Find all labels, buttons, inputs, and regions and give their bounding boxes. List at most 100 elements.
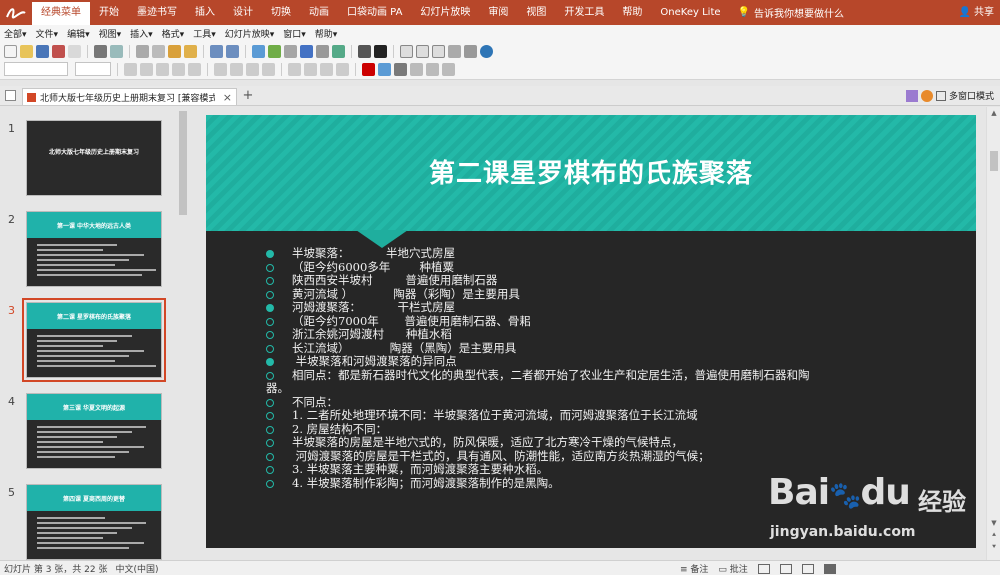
share-button[interactable]: 👤 共享 [959,0,994,25]
ribbon-tab[interactable]: 开始 [90,0,128,25]
line-style-icon[interactable] [358,44,371,58]
line-weight-icon[interactable] [374,44,387,58]
slide-scroll-thumb[interactable] [990,151,998,171]
ribbon-tab[interactable]: 口袋动画 PA [338,0,411,25]
settings-icon[interactable] [920,89,933,102]
ribbon-tab[interactable]: 开发工具 [555,0,613,25]
indent-icon[interactable] [320,62,333,76]
ribbon-tab[interactable]: 视图 [517,0,555,25]
classic-menu-item[interactable]: 工具▾ [193,27,216,41]
underline-icon[interactable] [156,62,169,76]
classic-menu-item[interactable]: 帮助▾ [315,27,338,41]
insert-shape-icon[interactable] [284,44,297,58]
insert-picture-icon[interactable] [268,44,281,58]
zoom-icon[interactable] [464,44,477,58]
slide-title[interactable]: 第二课星罗棋布的氏族聚落 [206,153,976,190]
format-painter-icon[interactable] [184,44,197,58]
classic-menu-item[interactable]: 格式▾ [162,27,185,41]
slide-scrollbar[interactable]: ▲ ▼ ⯅ ⯆ [986,107,1000,560]
group-icon[interactable] [426,62,439,76]
ribbon-tab[interactable]: 设计 [224,0,262,25]
italic-icon[interactable] [140,62,153,76]
classic-menu-item[interactable]: 窗口▾ [283,27,306,41]
paste-icon[interactable] [168,44,181,58]
redo-icon[interactable] [226,44,239,58]
text-box-icon[interactable] [316,44,329,58]
thumbnail-scroll-thumb[interactable] [179,111,187,215]
thumbnail-scrollbar[interactable] [178,107,188,560]
justify-icon[interactable] [262,62,275,76]
outline-color-icon[interactable] [394,62,407,76]
insert-table-icon[interactable] [252,44,265,58]
help-icon[interactable] [480,44,493,58]
language-indicator[interactable]: 中文(中国) [115,562,158,575]
new-doc-icon[interactable] [4,44,17,58]
save-as-icon[interactable] [52,44,65,58]
ribbon-tab[interactable]: 插入 [186,0,224,25]
tab-list-icon[interactable] [5,90,16,101]
scroll-up-arrow[interactable]: ▲ [989,109,999,117]
close-tab-button[interactable]: × [219,91,236,104]
undo-icon[interactable] [210,44,223,58]
shapes-icon[interactable] [448,44,461,58]
reading-view-icon[interactable] [801,563,814,574]
ribbon-tab[interactable]: 切换 [262,0,300,25]
new-tab-button[interactable]: + [241,89,255,103]
grid-icon[interactable] [416,44,429,58]
ribbon-tab[interactable]: OneKey Lite [651,0,729,25]
open-folder-icon[interactable] [20,44,33,58]
ribbon-tab[interactable]: 经典菜单 [32,2,90,25]
bullets-icon[interactable] [288,62,301,76]
slide-thumbnail-item[interactable]: 3 第二课 星罗棋布的氏族聚落 [0,298,178,382]
slide-thumbnail-item[interactable]: 5 第四课 夏商西周的更替 [0,484,178,564]
tell-me-search[interactable]: 💡 告诉我你想要做什么 [730,5,852,20]
ribbon-tab[interactable]: 审阅 [479,0,517,25]
ribbon-tab[interactable]: 墨迹书写 [128,0,186,25]
align-center-icon[interactable] [230,62,243,76]
cut-icon[interactable] [136,44,149,58]
slide-body-text[interactable]: 半坡聚落： 半地穴式房屋 （距今约6000多年 种植粟 陕西西安半坡村 普遍使用磨制… [266,246,946,490]
slide-thumbnail-item[interactable]: 4 第三课 华夏文明的起源 [0,393,178,473]
slide-thumbnail[interactable]: 第三课 华夏文明的起源 [26,393,162,469]
insert-chart-icon[interactable] [300,44,313,58]
close-doc-icon[interactable] [68,44,81,58]
ribbon-tab[interactable]: 帮助 [613,0,651,25]
prev-slide-arrow[interactable]: ⯅ [989,531,999,540]
numbering-icon[interactable] [304,62,317,76]
shadow-icon[interactable] [172,62,185,76]
slideshow-view-icon[interactable] [823,563,836,574]
copy-icon[interactable] [152,44,165,58]
text-frame-icon[interactable] [432,44,445,58]
rotate-icon[interactable] [442,62,455,76]
fill-color-icon[interactable] [378,62,391,76]
save-icon[interactable] [36,44,49,58]
char-spacing-icon[interactable] [188,62,201,76]
notes-button[interactable]: ≡ 备注 [680,562,708,575]
classic-menu-item[interactable]: 幻灯片放映▾ [225,27,275,41]
next-slide-arrow[interactable]: ⯆ [989,543,999,552]
slide-thumbnail[interactable]: 第一课 中华大地的远古人类 [26,211,162,287]
font-name-combo[interactable] [4,62,68,76]
slide-thumbnail[interactable]: 北师大版七年级历史上册期末复习 [26,120,162,196]
print-preview-icon[interactable] [110,44,123,58]
classic-menu-item[interactable]: 编辑▾ [67,27,90,41]
normal-view-icon[interactable] [757,563,770,574]
classic-menu-item[interactable]: 全部▾ [4,27,27,41]
smartart-icon[interactable] [332,44,345,58]
pin-icon[interactable] [905,89,918,102]
font-color-icon[interactable] [362,62,375,76]
layout-icon[interactable] [400,44,413,58]
classic-menu-item[interactable]: 文件▾ [36,27,59,41]
arrange-icon[interactable] [410,62,423,76]
file-logo-icon[interactable] [0,0,32,25]
font-size-combo[interactable] [75,62,111,76]
multi-window-toggle[interactable]: 多窗口模式 [905,89,994,102]
comments-button[interactable]: ▭ 批注 [718,562,747,575]
bold-icon[interactable] [124,62,137,76]
classic-menu-item[interactable]: 视图▾ [99,27,122,41]
scroll-down-arrow[interactable]: ▼ [989,519,999,527]
ribbon-tab[interactable]: 幻灯片放映 [411,0,479,25]
slide-thumbnail[interactable]: 第二课 星罗棋布的氏族聚落 [22,298,166,382]
classic-menu-item[interactable]: 插入▾ [130,27,153,41]
ribbon-tab[interactable]: 动画 [300,0,338,25]
